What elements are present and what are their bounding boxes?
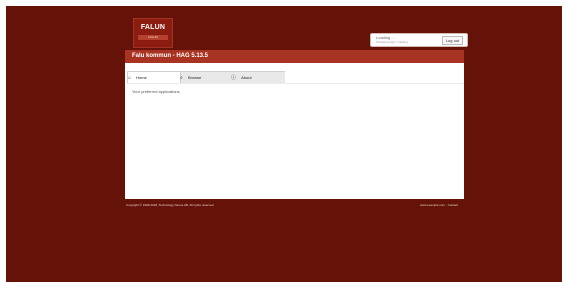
page-title: Falu kommun - HAG 5.13.5 xyxy=(132,53,209,59)
tab-about-label: About xyxy=(241,75,252,80)
main-content: ⌂ Home ⌕ Browse ⓘ About Your preferred a… xyxy=(125,63,464,199)
loading-subtext: Checking login / loading xyxy=(376,40,408,44)
tab-bar: ⌂ Home ⌕ Browse ⓘ About xyxy=(127,71,285,83)
footer-links[interactable]: www.example.com · Contact xyxy=(420,203,458,207)
app-titlebar: Falu kommun - HAG 5.13.5 xyxy=(125,50,464,63)
tab-about[interactable]: ⓘ About xyxy=(231,72,285,83)
preferred-apps-label: Your preferred applications xyxy=(132,89,180,94)
home-icon: ⌂ xyxy=(128,75,132,81)
search-icon: ⌕ xyxy=(180,75,183,81)
tab-browse-label: Browse xyxy=(187,75,202,80)
tab-home-label: Home xyxy=(136,75,147,80)
logout-button[interactable]: Log out xyxy=(442,36,463,45)
tab-home[interactable]: ⌂ Home xyxy=(127,72,181,83)
copyright-text: Copyright © 1999-2018, Technology Nexus … xyxy=(126,203,215,207)
login-status-box: Loading ... Checking login / loading Log… xyxy=(370,33,468,47)
tab-browse[interactable]: ⌕ Browse xyxy=(180,72,230,83)
logo-text: FALUN xyxy=(140,24,166,31)
info-icon: ⓘ xyxy=(231,75,237,81)
logo-subtext: FALUN xyxy=(138,35,168,40)
falun-logo: FALUN FALUN xyxy=(133,18,173,48)
tab-divider xyxy=(127,83,464,84)
page-background: FALUN FALUN Loading ... Checking login /… xyxy=(6,6,562,282)
